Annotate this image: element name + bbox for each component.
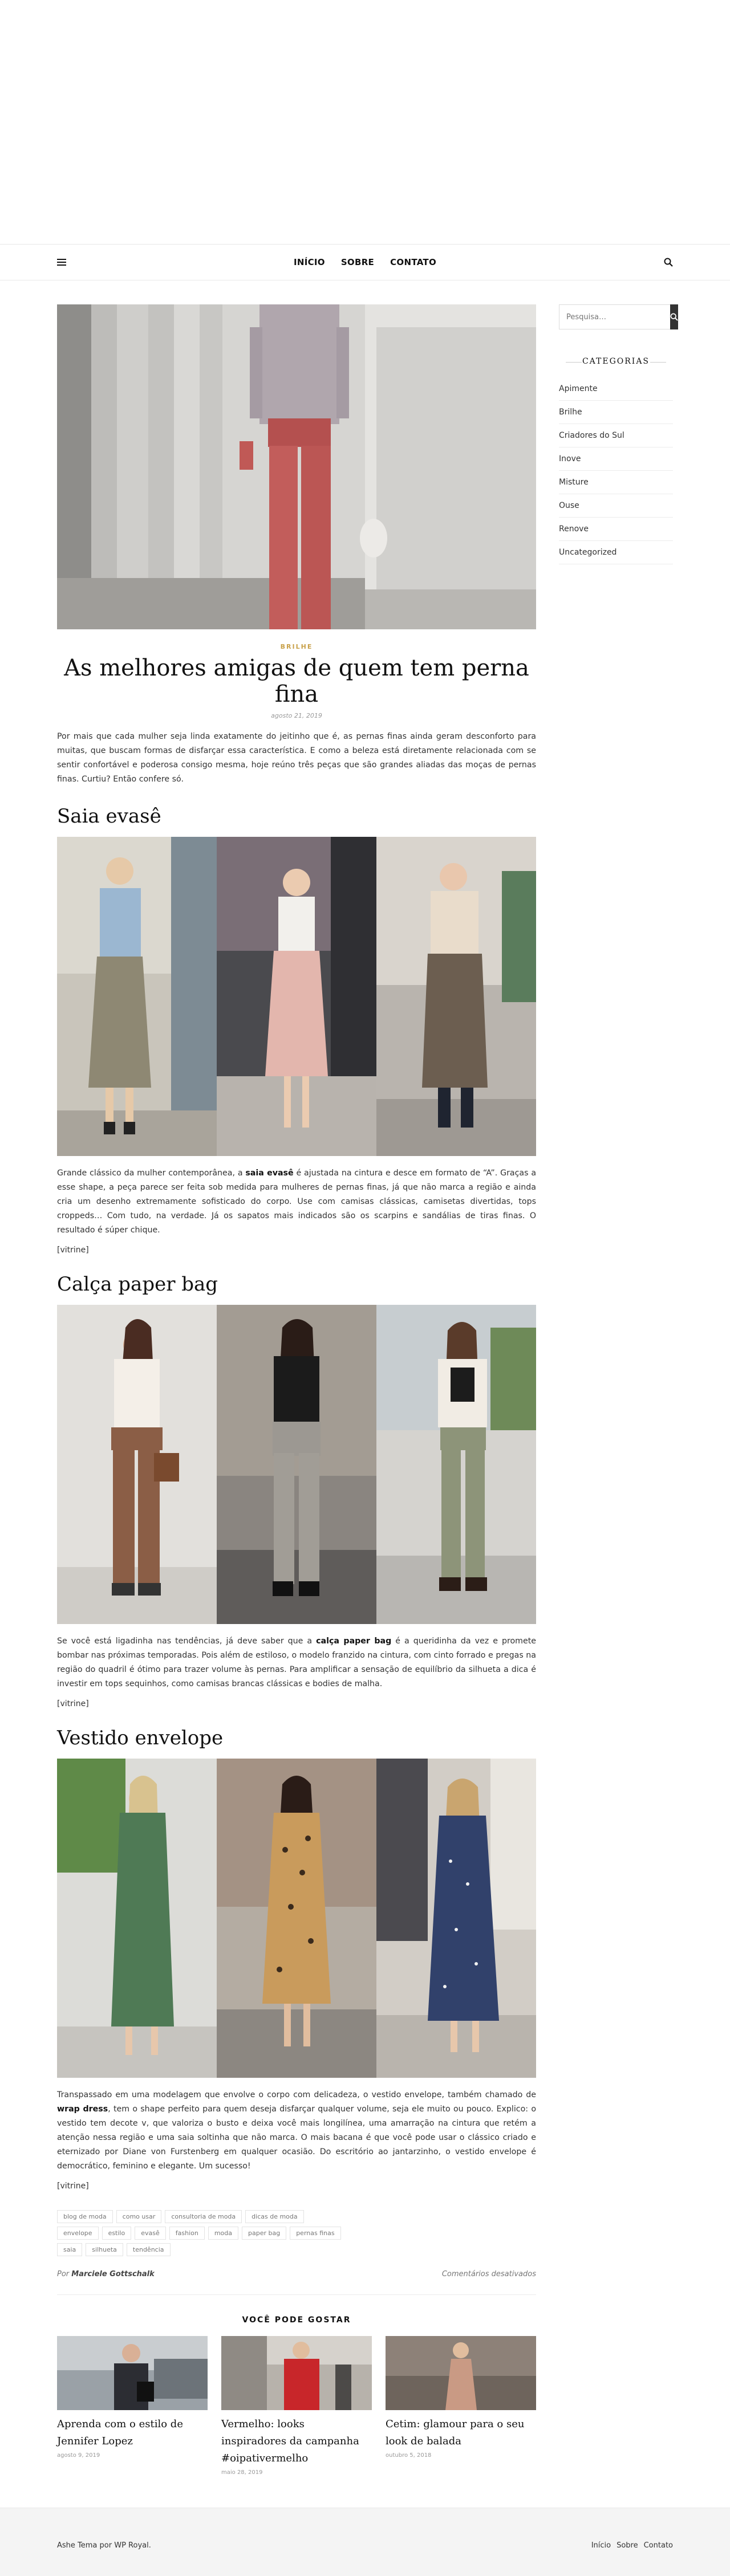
post-meta: Por Marciele Gottschalk Comentários desa… [57, 2270, 536, 2295]
text-run: Grande clássico da mulher contemporânea,… [57, 1169, 246, 1178]
related-post[interactable]: Cetim: glamour para o seu look de balada… [386, 2336, 536, 2476]
search-submit-button[interactable] [670, 304, 678, 329]
related-title[interactable]: Cetim: glamour para o seu look de balada [386, 2416, 536, 2450]
related-thumbnail[interactable] [386, 2336, 536, 2410]
featured-image[interactable] [57, 304, 536, 629]
category-link[interactable]: Uncategorized [559, 541, 673, 564]
footer-link-contato[interactable]: Contato [644, 2541, 673, 2576]
section-text: Se você está ligadinha nas tendências, j… [57, 1634, 536, 1691]
sidebar-search [559, 304, 678, 329]
footer-credit[interactable]: Ashe Tema por WP Royal. [57, 2541, 151, 2576]
site-footer: Ashe Tema por WP Royal. Início Sobre Con… [0, 2508, 730, 2576]
bold-term: calça paper bag [316, 1637, 392, 1646]
nav-link-contato[interactable]: CONTATO [390, 257, 436, 267]
nav-link-inicio[interactable]: INÍCIO [294, 257, 325, 267]
main-nav: INÍCIO SOBRE CONTATO [294, 257, 436, 267]
search-input[interactable] [559, 304, 670, 329]
tag-link[interactable]: dicas de moda [245, 2210, 304, 2223]
related-date: agosto 9, 2019 [57, 2452, 100, 2459]
tag-link[interactable]: paper bag [242, 2227, 287, 2240]
related-post[interactable]: Aprenda com o estilo de Jennifer Lopez a… [57, 2336, 208, 2476]
tag-link[interactable]: moda [208, 2227, 238, 2240]
search-icon[interactable] [662, 255, 675, 269]
sidebar: CATEGORIAS Apimente Brilhe Criadores do … [559, 304, 678, 2476]
text-run: é ajustada na cintura e desce em formato… [57, 1169, 537, 1235]
related-posts: Aprenda com o estilo de Jennifer Lopez a… [57, 2336, 536, 2476]
section-image-vestido-envelope [57, 1759, 536, 2078]
bold-term: wrap dress [57, 2105, 108, 2114]
tag-link[interactable]: silhueta [86, 2243, 123, 2256]
vitrine-placeholder: [vitrine] [57, 2182, 89, 2191]
tag-link[interactable]: fashion [169, 2227, 205, 2240]
related-thumbnail[interactable] [57, 2336, 208, 2410]
tag-link[interactable]: saia [57, 2243, 83, 2256]
tag-link[interactable]: consultoria de moda [165, 2210, 242, 2223]
section-title: Saia evasê [57, 805, 161, 828]
section-text: Transpassado em uma modelagem que envolv… [57, 2088, 536, 2174]
post-category[interactable]: BRILHE [57, 643, 536, 650]
category-link[interactable]: Inove [559, 447, 673, 471]
related-date: maio 28, 2019 [221, 2469, 263, 2476]
footer-link-inicio[interactable]: Início [591, 2541, 611, 2576]
comments-status: Comentários desativados [441, 2270, 536, 2278]
text-run: , tem o shape perfeito para quem deseja … [57, 2105, 536, 2171]
post-title: As melhores amigas de quem tem perna fin… [64, 655, 529, 707]
vitrine-placeholder: [vitrine] [57, 1699, 89, 1708]
tag-list: blog de moda como usar consultoria de mo… [57, 2210, 342, 2256]
page-layout: BRILHE As melhores amigas de quem tem pe… [0, 304, 730, 2476]
tag-link[interactable]: estilo [102, 2227, 132, 2240]
related-date: outubro 5, 2018 [386, 2452, 432, 2459]
author-prefix: Por [57, 2270, 70, 2278]
related-title[interactable]: Aprenda com o estilo de Jennifer Lopez [57, 2416, 208, 2450]
navbar: INÍCIO SOBRE CONTATO [0, 244, 730, 280]
tag-link[interactable]: como usar [116, 2210, 162, 2223]
post-intro: Por mais que cada mulher seja linda exat… [57, 732, 536, 784]
vitrine-placeholder: [vitrine] [57, 1246, 89, 1255]
related-thumbnail[interactable] [221, 2336, 372, 2410]
section-title: Vestido envelope [57, 1727, 224, 1749]
category-link[interactable]: Misture [559, 471, 673, 494]
category-link[interactable]: Apimente [559, 377, 673, 401]
author-link[interactable]: Marciele Gottschalk [71, 2270, 155, 2278]
section-title: Calça paper bag [57, 1273, 218, 1296]
tag-link[interactable]: tendência [126, 2243, 171, 2256]
category-list: Apimente Brilhe Criadores do Sul Inove M… [559, 377, 673, 564]
tag-link[interactable]: evasê [135, 2227, 166, 2240]
search-icon [670, 313, 678, 321]
related-post[interactable]: Vermelho: looks inspiradores da campanha… [221, 2336, 372, 2476]
top-blank-area [0, 0, 730, 244]
category-link[interactable]: Ouse [559, 494, 673, 518]
bold-term: saia evasê [245, 1169, 294, 1178]
related-heading: VOCÊ PODE GOSTAR [242, 2315, 351, 2325]
menu-icon[interactable] [55, 255, 68, 269]
tag-link[interactable]: blog de moda [57, 2210, 113, 2223]
category-link[interactable]: Brilhe [559, 401, 673, 424]
footer-link-sobre[interactable]: Sobre [617, 2541, 638, 2576]
categories-title: CATEGORIAS [559, 357, 673, 366]
footer-nav: Início Sobre Contato [591, 2541, 673, 2576]
category-link[interactable]: Renove [559, 518, 673, 541]
nav-link-sobre[interactable]: SOBRE [341, 257, 374, 267]
section-image-saia-evase [57, 837, 536, 1156]
post-date: agosto 21, 2019 [271, 712, 322, 719]
related-title[interactable]: Vermelho: looks inspiradores da campanha… [221, 2416, 372, 2467]
author-line: Por Marciele Gottschalk [57, 2270, 155, 2278]
tag-link[interactable]: envelope [57, 2227, 99, 2240]
post-main: BRILHE As melhores amigas de quem tem pe… [57, 304, 536, 2476]
section-text: Grande clássico da mulher contemporânea,… [57, 1166, 536, 1238]
section-image-calca-paper-bag [57, 1305, 536, 1624]
category-link[interactable]: Criadores do Sul [559, 424, 673, 447]
tag-link[interactable]: pernas finas [290, 2227, 341, 2240]
text-run: Se você está ligadinha nas tendências, j… [57, 1637, 317, 1646]
text-run: Transpassado em uma modelagem que envolv… [57, 2090, 536, 2099]
